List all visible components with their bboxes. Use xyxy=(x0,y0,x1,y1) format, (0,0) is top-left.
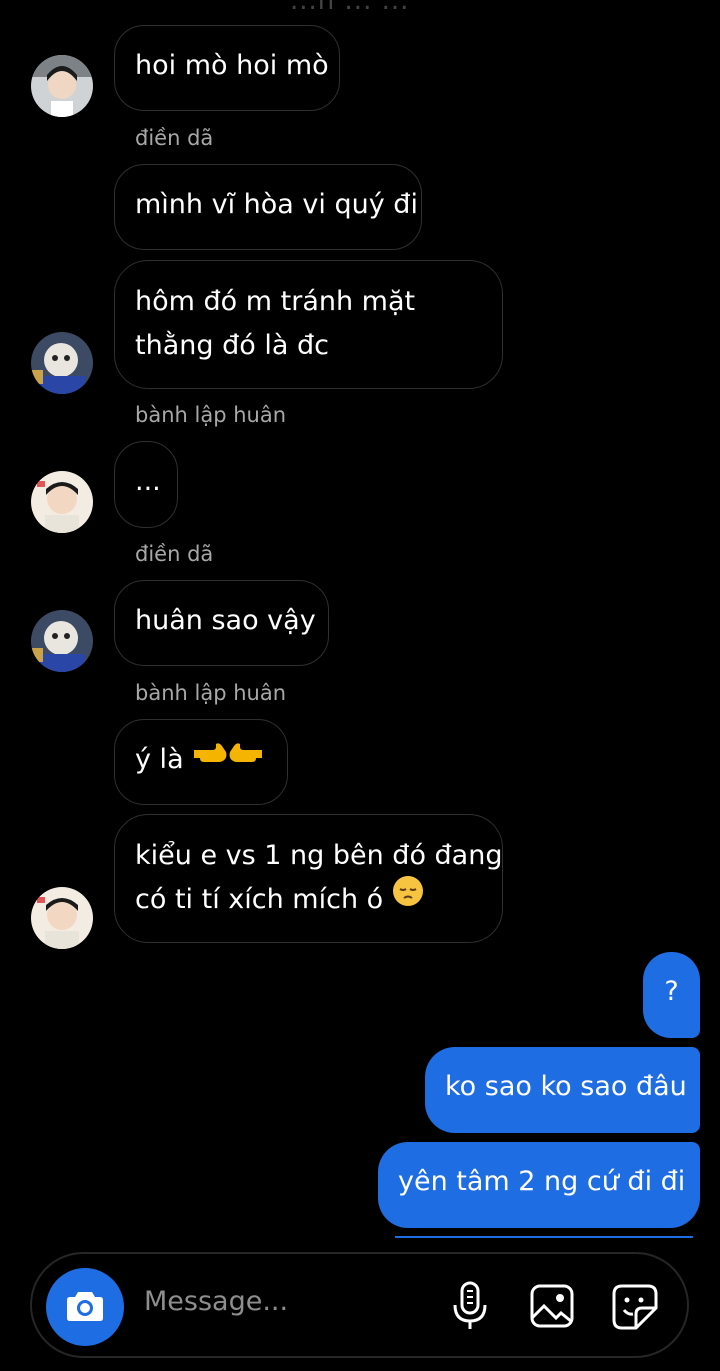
avatar-dien-da[interactable] xyxy=(31,610,93,672)
message-text: huân sao vậy xyxy=(135,605,316,636)
camera-button[interactable] xyxy=(46,1268,124,1346)
message-bubble-outgoing[interactable]: ? xyxy=(643,952,700,1038)
message-bubble-incoming[interactable]: ... xyxy=(114,441,178,528)
message-bubble-outgoing[interactable]: yên tâm 2 ng cứ đi đi xyxy=(378,1142,700,1228)
avatar-dien-da[interactable] xyxy=(31,55,93,117)
message-bubble-incoming[interactable]: huân sao vậy xyxy=(114,580,329,666)
sticker-icon[interactable] xyxy=(612,1284,658,1330)
pensive-face-emoji-icon xyxy=(392,875,424,921)
message-text: hoi mò hoi mò xyxy=(135,50,329,81)
message-text-line: có ti tí xích mích ó xyxy=(135,884,384,915)
avatar-banh-lap-huan[interactable] xyxy=(31,471,93,533)
message-text: yên tâm 2 ng cứ đi đi xyxy=(398,1166,686,1197)
conversation-title-fragment: ...n ... ... xyxy=(290,0,410,16)
message-text: ý là xyxy=(135,744,184,775)
sender-name: điền dã xyxy=(135,126,214,150)
sender-name: điền dã xyxy=(135,542,214,566)
message-bubble-outgoing[interactable]: ko sao ko sao đâu xyxy=(425,1047,700,1133)
pointing-hands-emoji-icon xyxy=(192,738,264,782)
message-bubble-incoming[interactable]: hoi mò hoi mò xyxy=(114,25,340,111)
sender-name: bành lập huân xyxy=(135,681,286,705)
scroll-indicator xyxy=(395,1236,693,1238)
message-composer[interactable]: Message... xyxy=(30,1252,689,1358)
message-text-line: kiểu e vs 1 ng bên đó đang xyxy=(135,840,503,871)
message-input[interactable]: Message... xyxy=(144,1286,288,1317)
message-bubble-incoming[interactable]: mình vĩ hòa vi quý đi xyxy=(114,164,422,250)
sender-name: bành lập huân xyxy=(135,403,286,427)
message-text: ... xyxy=(135,466,161,497)
avatar-banh-lap-huan[interactable] xyxy=(31,887,93,949)
message-bubble-incoming[interactable]: hôm đó m tránh mặt thằng đó là đc xyxy=(114,260,503,389)
microphone-icon[interactable] xyxy=(451,1281,489,1331)
image-icon[interactable] xyxy=(530,1284,574,1328)
message-text: mình vĩ hòa vi quý đi xyxy=(135,189,418,220)
message-text: ? xyxy=(664,976,679,1007)
message-bubble-incoming[interactable]: kiểu e vs 1 ng bên đó đang có ti tí xích… xyxy=(114,814,503,943)
message-text-line: hôm đó m tránh mặt xyxy=(135,286,416,317)
camera-icon xyxy=(67,1292,103,1321)
message-text-line: thằng đó là đc xyxy=(135,330,329,361)
message-bubble-incoming[interactable]: ý là xyxy=(114,719,288,805)
message-text: ko sao ko sao đâu xyxy=(445,1071,687,1102)
avatar-dien-da[interactable] xyxy=(31,332,93,394)
